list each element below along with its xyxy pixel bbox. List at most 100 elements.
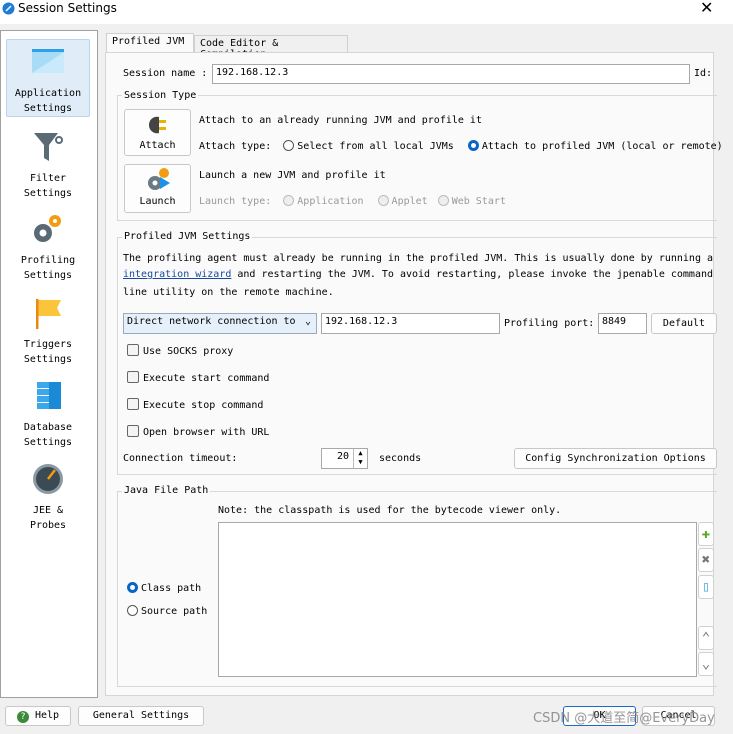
window-title: Session Settings xyxy=(18,1,117,15)
jvm-settings-desc-line3: line utility on the remote machine. xyxy=(123,287,334,298)
class-path-radio[interactable]: Class path xyxy=(127,582,201,594)
tab-profiled-jvm[interactable]: Profiled JVM xyxy=(106,33,194,53)
radio-label: Select from all local JVMs xyxy=(297,141,454,152)
attach-description: Attach to an already running JVM and pro… xyxy=(199,115,482,126)
attach-button[interactable]: Attach xyxy=(124,109,191,156)
profiling-port-input[interactable]: 8849 xyxy=(598,313,647,334)
source-path-radio[interactable]: Source path xyxy=(127,605,207,617)
spinner-arrows-icon[interactable]: ▲ ▼ xyxy=(353,449,367,468)
sidebar-label: Settings xyxy=(23,103,73,114)
checkbox-label: Open browser with URL xyxy=(143,427,270,438)
plug-icon xyxy=(148,116,166,134)
sidebar-label: Filter xyxy=(29,173,67,184)
sidebar-item-profiling-settings[interactable]: Profiling Settings xyxy=(6,207,90,283)
watermark: CSDN @大道至简@EveryDay xyxy=(533,711,715,726)
sidebar-item-filter-settings[interactable]: Filter Settings xyxy=(6,125,90,201)
radio-icon xyxy=(283,195,295,206)
launch-type-label: Launch type: xyxy=(199,196,272,207)
radio-icon xyxy=(377,195,389,206)
connection-type-value: Direct network connection to xyxy=(127,316,296,327)
move-down-icon[interactable]: ⌄ xyxy=(698,652,714,676)
attach-type-label: Attach type: xyxy=(199,141,272,152)
close-button[interactable]: ✕ xyxy=(700,0,713,17)
desc-text: and restarting the JVM. To avoid restart… xyxy=(231,269,713,280)
launch-button[interactable]: Launch xyxy=(124,164,191,213)
gears-icon xyxy=(34,215,61,242)
sidebar-label: Profiling xyxy=(20,255,76,266)
id-label: Id: xyxy=(694,68,713,79)
connection-type-dropdown[interactable]: Direct network connection to ⌄ xyxy=(123,313,317,334)
radio-label: Attach to profiled JVM (local or remote) xyxy=(481,141,723,152)
radio-icon xyxy=(127,605,138,616)
radio-label: Applet xyxy=(391,196,428,207)
profiled-jvm-panel: Session name : 192.168.12.3 Id: Session … xyxy=(105,52,723,696)
stop-command-checkbox[interactable]: Execute stop command xyxy=(127,398,263,411)
jvm-settings-desc-line2: integration wizard and restarting the JV… xyxy=(123,269,713,280)
start-command-checkbox[interactable]: Execute start command xyxy=(127,371,269,384)
radio-selected-icon xyxy=(127,582,138,593)
attach-type-row: Attach type: Select from all local JVMs … xyxy=(199,140,723,152)
database-icon xyxy=(37,382,61,409)
java-file-path-title: Java File Path xyxy=(122,485,211,496)
radio-label: Source path xyxy=(141,606,208,617)
add-path-icon[interactable]: ✚ xyxy=(698,522,714,546)
host-input[interactable]: 192.168.12.3 xyxy=(321,313,500,334)
checkbox-label: Use SOCKS proxy xyxy=(143,346,234,357)
launch-button-label: Launch xyxy=(139,196,176,207)
classpath-note: Note: the classpath is used for the byte… xyxy=(218,505,562,516)
sidebar-label: JEE & xyxy=(32,505,64,516)
default-port-button[interactable]: Default xyxy=(651,313,717,334)
checkbox-icon xyxy=(127,344,139,356)
session-name-input[interactable]: 192.168.12.3 xyxy=(212,64,690,84)
move-up-icon[interactable]: ⌃ xyxy=(698,626,714,650)
sidebar-item-jee-probes[interactable]: JEE & Probes xyxy=(6,457,90,533)
sidebar-label: Database xyxy=(23,422,73,433)
sidebar-label: Triggers xyxy=(23,339,73,350)
radio-label: Web Start xyxy=(451,196,506,207)
attach-type-profiled-radio[interactable]: Attach to profiled JVM (local or remote) xyxy=(467,140,723,152)
help-label: Help xyxy=(34,710,60,721)
socks-proxy-checkbox[interactable]: Use SOCKS proxy xyxy=(127,344,233,357)
profiling-port-label: Profiling port: xyxy=(504,318,595,329)
launch-type-applet-radio[interactable]: Applet xyxy=(377,195,428,207)
sidebar-label: Settings xyxy=(23,354,73,365)
checkbox-label: Execute start command xyxy=(143,373,270,384)
connection-timeout-label: Connection timeout: xyxy=(123,453,238,464)
checkbox-icon xyxy=(127,425,139,437)
launch-type-application-radio[interactable]: Application xyxy=(283,195,364,207)
attach-type-local-radio[interactable]: Select from all local JVMs xyxy=(283,140,454,152)
flag-icon xyxy=(36,299,61,329)
sidebar-label: Settings xyxy=(23,270,73,281)
sidebar-label: Probes xyxy=(29,520,67,531)
sidebar-label: Settings xyxy=(23,437,73,448)
launch-description: Launch a new JVM and profile it xyxy=(199,170,386,181)
radio-label: Application xyxy=(297,196,364,207)
attach-button-label: Attach xyxy=(139,140,176,151)
app-icon xyxy=(2,2,15,15)
gauge-icon xyxy=(33,464,63,494)
chevron-down-icon: ⌄ xyxy=(304,316,311,327)
sidebar-item-triggers-settings[interactable]: Triggers Settings xyxy=(6,291,90,367)
help-button[interactable]: ? Help xyxy=(5,706,71,726)
remove-path-icon[interactable]: ✖ xyxy=(698,548,714,572)
radio-icon xyxy=(283,140,295,151)
config-sync-options-button[interactable]: Config Synchronization Options xyxy=(514,448,717,469)
sidebar-item-application-settings[interactable]: Application Settings xyxy=(6,39,90,117)
sidebar-label: Settings xyxy=(23,188,73,199)
application-window-icon xyxy=(32,49,64,73)
file-icon[interactable]: ▯ xyxy=(698,575,714,599)
funnel-icon xyxy=(34,133,63,161)
help-icon: ? xyxy=(16,711,29,723)
radio-label: Class path xyxy=(141,583,202,594)
sidebar-item-database-settings[interactable]: Database Settings xyxy=(6,374,90,450)
radio-icon xyxy=(437,195,449,206)
launch-type-row: Launch type: Application Applet Web Star… xyxy=(199,195,506,207)
jvm-settings-title: Profiled JVM Settings xyxy=(122,231,253,242)
integration-wizard-link[interactable]: integration wizard xyxy=(123,269,231,280)
checkbox-label: Execute stop command xyxy=(143,400,264,411)
open-browser-checkbox[interactable]: Open browser with URL xyxy=(127,425,269,438)
session-name-label: Session name : xyxy=(123,68,208,79)
classpath-list[interactable] xyxy=(218,522,697,677)
launch-type-webstart-radio[interactable]: Web Start xyxy=(437,195,506,207)
general-settings-button[interactable]: General Settings xyxy=(78,706,204,726)
